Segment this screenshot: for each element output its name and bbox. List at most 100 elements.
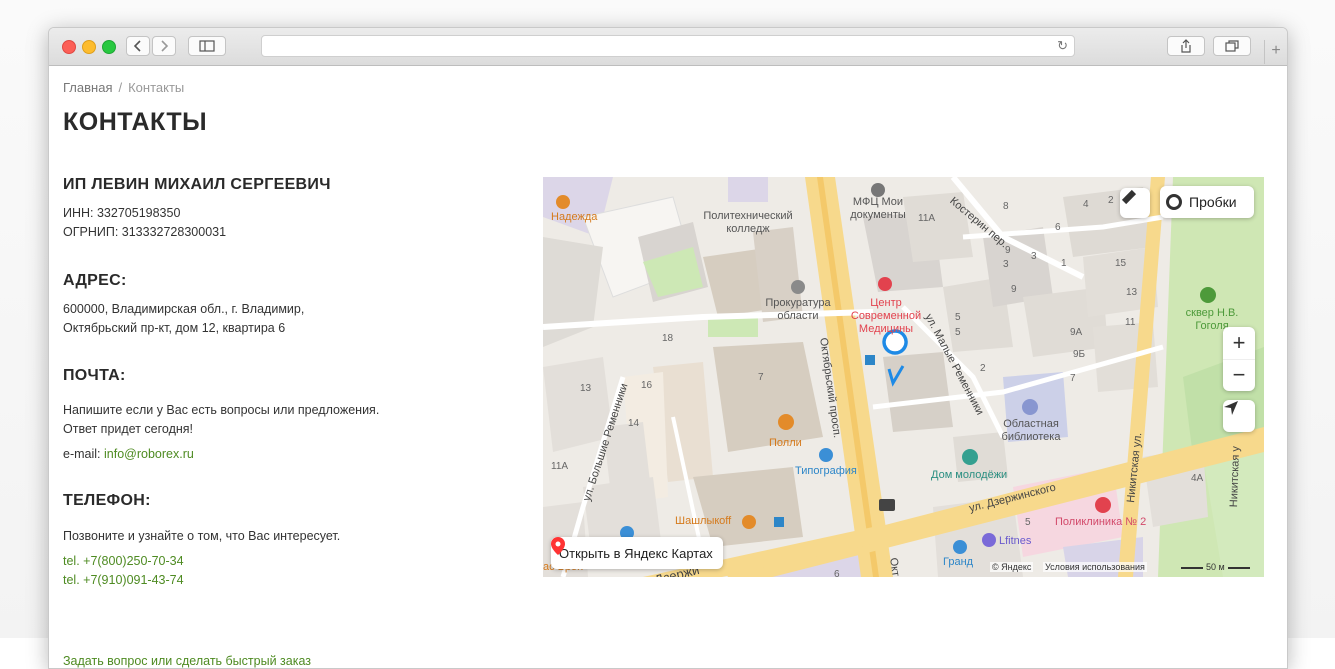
map-label-dom-molodezhi[interactable]: Дом молодёжи <box>931 469 1007 482</box>
map-copyright[interactable]: © Яндекс <box>990 562 1034 572</box>
address-line-2: Октябрьский пр-кт, дом 12, квартира 6 <box>63 321 286 335</box>
chevron-right-icon <box>161 40 169 52</box>
share-button[interactable] <box>1167 36 1205 56</box>
map-label-tipografia[interactable]: Типография <box>795 465 857 478</box>
house-number: 1 <box>1061 258 1067 269</box>
zoom-in-button[interactable]: + <box>1223 327 1255 359</box>
house-number: 7 <box>758 372 764 383</box>
traffic-label: Пробки <box>1189 194 1237 210</box>
house-number: 3 <box>1031 251 1037 262</box>
address-heading: АДРЕС: <box>63 272 127 289</box>
house-number: 9 <box>1005 245 1011 256</box>
house-number: 11 <box>1125 317 1136 328</box>
house-number: 9 <box>1011 284 1017 295</box>
map-label-prokuratura[interactable]: Прокуратура области <box>756 297 840 323</box>
tabs-icon <box>1225 40 1239 52</box>
zoom-out-button[interactable]: − <box>1223 358 1255 392</box>
map-label-grand[interactable]: Гранд <box>943 556 973 569</box>
quick-order-link[interactable]: Задать вопрос или сделать быстрый заказ <box>63 654 311 668</box>
email-link[interactable]: info@roborex.ru <box>104 447 194 461</box>
tabs-button[interactable] <box>1213 36 1251 56</box>
share-icon <box>1181 39 1191 53</box>
location-arrow-icon <box>1224 401 1238 415</box>
zoom-controls: + − <box>1223 327 1255 391</box>
yandex-map[interactable]: Надежда Политехнический колледж МФЦ Мои … <box>543 177 1264 577</box>
breadcrumb-current: Контакты <box>128 80 185 95</box>
house-number: 14 <box>628 418 640 429</box>
house-number: 2 <box>1108 195 1114 206</box>
company-ogrnip: ОГРНИП: 313332728300031 <box>63 225 227 239</box>
phone-link-1[interactable]: tel. +7(800)250-70-34 <box>63 552 184 571</box>
mail-text-1: Напишите если у Вас есть вопросы или пре… <box>63 403 380 417</box>
map-scale: 50 м <box>1178 562 1253 572</box>
open-in-yandex-maps-button[interactable]: Открыть в Яндекс Картах <box>551 537 723 569</box>
map-terms-link[interactable]: Условия использования <box>1043 562 1147 572</box>
house-number: 5 <box>955 312 961 323</box>
address-bar[interactable]: ↻ <box>261 35 1075 57</box>
map-scale-label: 50 м <box>1206 562 1225 572</box>
ruler-button[interactable] <box>1120 188 1150 218</box>
forward-button[interactable] <box>152 36 176 56</box>
browser-titlebar: ↻ + <box>49 28 1287 66</box>
house-number: 4 <box>1083 199 1089 210</box>
house-number: 5 <box>1025 517 1031 528</box>
house-number: 9А <box>1070 327 1083 338</box>
company-inn: ИНН: 332705198350 <box>63 206 181 220</box>
chevron-left-icon <box>133 40 141 52</box>
house-number: 4А <box>1191 473 1204 484</box>
map-label-politech[interactable]: Политехнический колледж <box>693 210 803 236</box>
plus-icon[interactable]: + <box>1264 40 1287 64</box>
house-number: 13 <box>580 383 592 394</box>
page-content: Главная / Контакты КОНТАКТЫ ИП ЛЕВИН МИХАИ… <box>49 66 1287 668</box>
map-label-lfitnes[interactable]: Lfitnes <box>999 535 1031 548</box>
sidebar-button[interactable] <box>188 36 226 56</box>
close-window-button[interactable] <box>62 40 76 54</box>
open-in-yandex-label: Открыть в Яндекс Картах <box>559 545 713 561</box>
house-number: 5 <box>955 327 961 338</box>
mail-heading: ПОЧТА: <box>63 367 126 384</box>
map-label-nadezhda[interactable]: Надежда <box>551 211 597 224</box>
map-label-library[interactable]: Областная библиотека <box>995 418 1067 444</box>
ruler-icon <box>1121 189 1137 205</box>
map-label-polli[interactable]: Полли <box>769 437 802 450</box>
mail-text-2: Ответ придет сегодня! <box>63 422 194 436</box>
back-button[interactable] <box>126 36 150 56</box>
breadcrumb-separator: / <box>118 80 123 95</box>
house-number: 13 <box>1126 287 1138 298</box>
street-nikitskaya-2: Никитская у <box>1228 445 1243 508</box>
house-number: 2 <box>980 363 986 374</box>
house-number: 11А <box>551 461 569 472</box>
house-number: 6 <box>834 569 840 577</box>
house-number: 18 <box>662 333 674 344</box>
house-number: 8 <box>1003 201 1009 212</box>
map-label-poliklinika[interactable]: Поликлиника № 2 <box>1055 516 1146 529</box>
house-number: 9Б <box>1073 349 1086 360</box>
phone-heading: ТЕЛЕФОН: <box>63 492 151 509</box>
map-label-center[interactable]: Центр Современной Медицины <box>845 297 927 336</box>
map-label-mfc[interactable]: МФЦ Мои документы <box>843 196 913 222</box>
house-number: 16 <box>641 380 653 391</box>
browser-window: ↻ + Главная / Контакты КОНТАКТЫ ИП ЛЕВИН М… <box>48 27 1288 669</box>
address-line-1: 600000, Владимирская обл., г. Владимир, <box>63 302 305 316</box>
maximize-window-button[interactable] <box>102 40 116 54</box>
traffic-icon <box>1166 194 1182 210</box>
breadcrumb: Главная / Контакты <box>63 80 184 95</box>
house-number: 6 <box>1055 222 1061 233</box>
company-heading: ИП ЛЕВИН МИХАИЛ СЕРГЕЕВИЧ <box>63 176 331 193</box>
house-number: 3 <box>1003 259 1009 270</box>
house-number: 7 <box>1070 373 1076 384</box>
geolocation-button[interactable] <box>1223 400 1255 432</box>
house-number: 15 <box>1115 258 1127 269</box>
map-label-shashlykoff[interactable]: Шашлыкoff <box>675 515 731 528</box>
email-row: e-mail: info@roborex.ru <box>63 445 194 464</box>
street-okt-2: Окт <box>887 557 902 577</box>
reload-icon[interactable]: ↻ <box>1057 38 1068 54</box>
page-title: КОНТАКТЫ <box>63 108 208 136</box>
minimize-window-button[interactable] <box>82 40 96 54</box>
sidebar-icon <box>199 40 215 52</box>
phone-link-2[interactable]: tel. +7(910)091-43-74 <box>63 571 184 590</box>
email-label: e-mail: <box>63 447 101 461</box>
breadcrumb-home-link[interactable]: Главная <box>63 80 112 95</box>
map-canvas[interactable] <box>543 177 1264 577</box>
traffic-button[interactable]: Пробки <box>1160 186 1254 218</box>
